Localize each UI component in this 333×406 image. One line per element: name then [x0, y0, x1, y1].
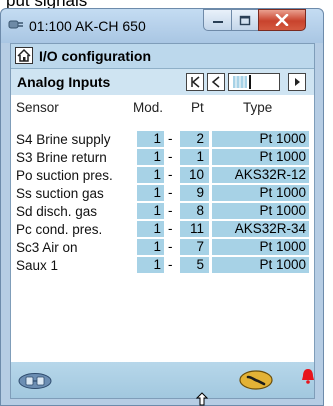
- first-page-button[interactable]: [186, 73, 204, 91]
- service-tool-icon[interactable]: [238, 369, 274, 391]
- separator: -: [168, 221, 173, 236]
- alarm-bell-icon[interactable]: [301, 368, 315, 384]
- maximize-icon: [239, 15, 251, 25]
- table-row[interactable]: Saux 1 1 - 5 Pt 1000: [11, 257, 314, 275]
- table-row[interactable]: Sd disch. gas 1 - 8 Pt 1000: [11, 203, 314, 221]
- prev-page-icon: [211, 76, 220, 88]
- point-value[interactable]: 5: [180, 257, 209, 273]
- table-row[interactable]: S4 Brine supply 1 - 2 Pt 1000: [11, 131, 314, 149]
- close-icon: [275, 14, 289, 26]
- table-row[interactable]: Pc cond. pres. 1 - 11 AKS32R-34: [11, 221, 314, 239]
- close-button[interactable]: [258, 9, 306, 31]
- section-title: Analog Inputs: [17, 74, 111, 90]
- sensor-name: Po suction pres.: [16, 168, 113, 183]
- point-value[interactable]: 10: [180, 167, 209, 183]
- sensor-name: Ss suction gas: [16, 186, 104, 201]
- module-value[interactable]: 1: [137, 149, 164, 165]
- sensor-type[interactable]: Pt 1000: [212, 203, 309, 219]
- point-value[interactable]: 1: [180, 149, 209, 165]
- page-scroll-indicator[interactable]: [228, 73, 280, 91]
- module-value[interactable]: 1: [137, 257, 164, 273]
- point-value[interactable]: 8: [180, 203, 209, 219]
- sensor-type[interactable]: Pt 1000: [212, 239, 309, 255]
- sensor-type[interactable]: Pt 1000: [212, 185, 309, 201]
- sensor-type[interactable]: AKS32R-34: [212, 221, 309, 237]
- sensor-name: Sc3 Air on: [16, 240, 78, 255]
- section-header: Analog Inputs: [11, 69, 314, 95]
- app-window: 01:100 AK-CH 650 I/O configuration Analo…: [0, 8, 324, 406]
- first-page-icon: [191, 76, 200, 88]
- table-row[interactable]: Po suction pres. 1 - 10 AKS32R-12: [11, 167, 314, 185]
- sensor-name: Pc cond. pres.: [16, 222, 103, 237]
- prev-page-button[interactable]: [207, 73, 225, 91]
- sensor-name: S3 Brine return: [16, 150, 107, 165]
- device-link-icon[interactable]: [17, 372, 53, 390]
- module-value[interactable]: 1: [137, 185, 164, 201]
- sensor-type[interactable]: AKS32R-12: [212, 167, 309, 183]
- separator: -: [168, 257, 173, 272]
- partial-top-text: put signals: [0, 0, 333, 8]
- point-value[interactable]: 2: [180, 131, 209, 147]
- sensor-type[interactable]: Pt 1000: [212, 257, 309, 273]
- window-title: 01:100 AK-CH 650: [29, 18, 146, 34]
- separator: -: [168, 239, 173, 254]
- sensor-name: Sd disch. gas: [16, 204, 98, 219]
- separator: -: [168, 167, 173, 182]
- page-title: I/O configuration: [39, 48, 151, 64]
- table-row[interactable]: S3 Brine return 1 - 1 Pt 1000: [11, 149, 314, 167]
- footer-bar: [11, 362, 314, 398]
- point-value[interactable]: 7: [180, 239, 209, 255]
- module-value[interactable]: 1: [137, 221, 164, 237]
- separator: -: [168, 131, 173, 146]
- point-value[interactable]: 11: [180, 221, 209, 237]
- partial-top-label: put signals: [6, 0, 87, 8]
- home-button[interactable]: [15, 47, 33, 64]
- client-area: I/O configuration Analog Inputs Sensor M…: [10, 43, 315, 399]
- next-page-button[interactable]: [288, 73, 306, 91]
- sensor-name: S4 Brine supply: [16, 132, 111, 147]
- module-value[interactable]: 1: [137, 167, 164, 183]
- point-value[interactable]: 9: [180, 185, 209, 201]
- title-bar[interactable]: 01:100 AK-CH 650: [1, 9, 323, 43]
- page-header: I/O configuration: [11, 44, 314, 69]
- module-value[interactable]: 1: [137, 203, 164, 219]
- separator: -: [168, 149, 173, 164]
- table-row[interactable]: Ss suction gas 1 - 9 Pt 1000: [11, 185, 314, 203]
- home-icon: [17, 48, 31, 62]
- sensor-type[interactable]: Pt 1000: [212, 149, 309, 165]
- sensor-type[interactable]: Pt 1000: [212, 131, 309, 147]
- mouse-cursor-icon: [196, 392, 208, 406]
- plug-icon: [8, 20, 23, 29]
- column-header-type: Type: [243, 100, 273, 115]
- column-header-sensor: Sensor: [16, 100, 59, 115]
- separator: -: [168, 203, 173, 218]
- minimize-button[interactable]: [203, 9, 232, 31]
- separator: -: [168, 185, 173, 200]
- column-header-pt: Pt: [191, 100, 204, 115]
- module-value[interactable]: 1: [137, 131, 164, 147]
- column-header-mod: Mod.: [133, 100, 164, 115]
- next-page-icon: [295, 78, 300, 86]
- sensor-name: Saux 1: [16, 258, 59, 273]
- table-row[interactable]: Sc3 Air on 1 - 7 Pt 1000: [11, 239, 314, 257]
- module-value[interactable]: 1: [137, 239, 164, 255]
- maximize-button[interactable]: [231, 9, 259, 31]
- minimize-icon: [212, 21, 223, 23]
- scroll-thumb-icon: [233, 75, 251, 89]
